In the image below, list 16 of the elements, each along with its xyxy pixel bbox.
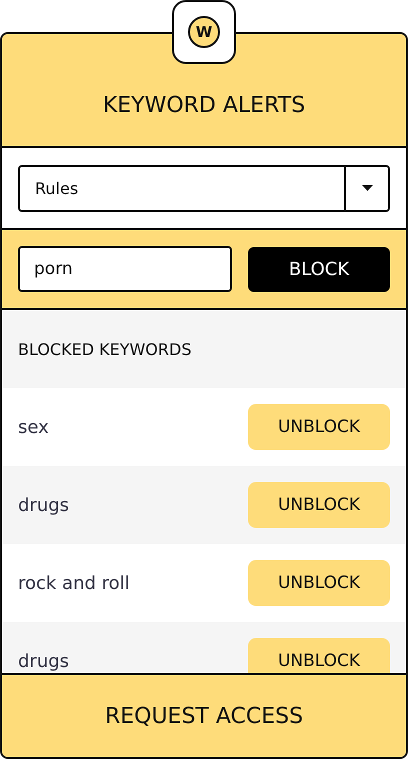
caret-icon	[362, 185, 372, 191]
unblock-button[interactable]: UNBLOCK	[248, 404, 390, 450]
keyword-text: drugs	[18, 494, 70, 516]
page-title: KEYWORD ALERTS	[102, 92, 306, 118]
keyword-input[interactable]: porn	[18, 246, 232, 292]
rules-dropdown[interactable]: Rules	[18, 164, 390, 212]
request-access-button[interactable]: REQUEST ACCESS	[2, 673, 406, 757]
unblock-button[interactable]: UNBLOCK	[248, 560, 390, 606]
unblock-button[interactable]: UNBLOCK	[248, 482, 390, 528]
keyword-text: rock and roll	[18, 572, 130, 594]
keyword-text: sex	[18, 416, 49, 438]
list-heading: BLOCKED KEYWORDS	[18, 340, 192, 358]
unblock-button[interactable]: UNBLOCK	[248, 638, 390, 673]
logo-icon: W	[188, 16, 220, 48]
keyword-text: drugs	[18, 650, 70, 672]
block-button[interactable]: BLOCK	[248, 246, 390, 292]
